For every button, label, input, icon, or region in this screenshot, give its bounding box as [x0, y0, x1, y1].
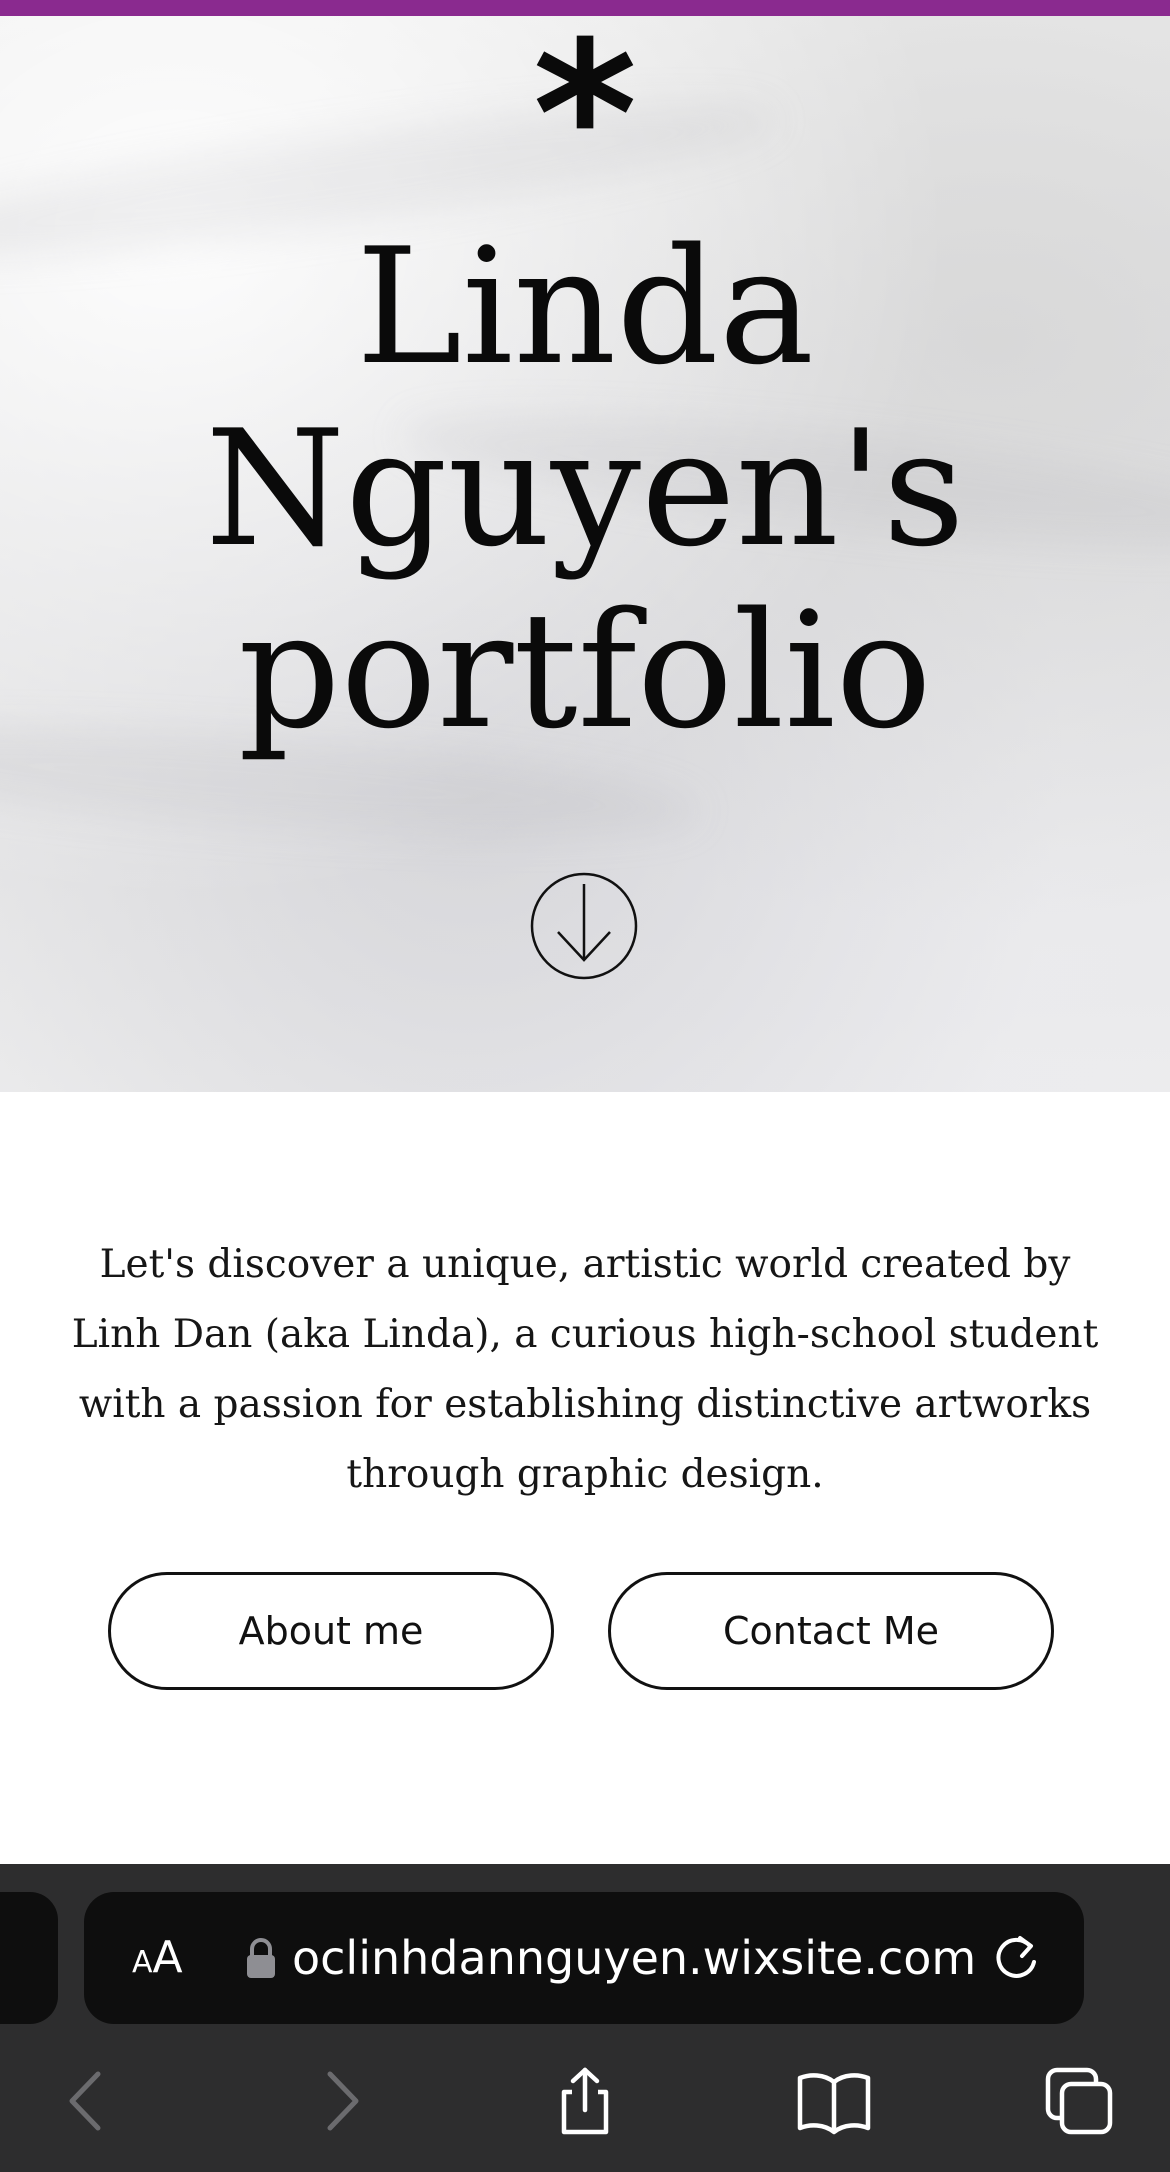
text-size-big-glyph: A: [152, 1932, 183, 1983]
back-icon[interactable]: [52, 2066, 122, 2136]
previous-tab-edge[interactable]: [0, 1892, 58, 2024]
asterisk-logo-icon: *: [532, 16, 638, 232]
tabs-icon[interactable]: [1044, 2066, 1114, 2136]
intro-text: Let's discover a unique, artistic world …: [71, 1242, 1099, 1497]
hero-section: * Linda Nguyen's portfolio: [0, 16, 1170, 1092]
title-line: Nguyen's: [205, 395, 965, 582]
page-title: Linda Nguyen's portfolio: [0, 216, 1170, 762]
arrow-down-circle-icon[interactable]: [530, 872, 638, 980]
contact-me-button[interactable]: Contact Me: [608, 1572, 1054, 1690]
url-text[interactable]: oclinhdannguyen.wixsite.com: [292, 1892, 1052, 2024]
text-size-button[interactable]: AA: [132, 1892, 183, 2024]
text-size-small-glyph: A: [132, 1945, 153, 1980]
title-line: Linda: [355, 213, 815, 400]
share-icon[interactable]: [550, 2066, 620, 2136]
bookmarks-icon[interactable]: [796, 2066, 872, 2136]
title-line: portfolio: [238, 577, 932, 764]
about-me-button[interactable]: About me: [108, 1572, 554, 1690]
accent-top-bar: [0, 0, 1170, 16]
lock-icon: [247, 1938, 275, 1978]
address-bar[interactable]: AA oclinhdannguyen.wixsite.com: [84, 1892, 1084, 2024]
forward-icon[interactable]: [306, 2066, 376, 2136]
reload-icon[interactable]: [990, 1932, 1042, 1984]
